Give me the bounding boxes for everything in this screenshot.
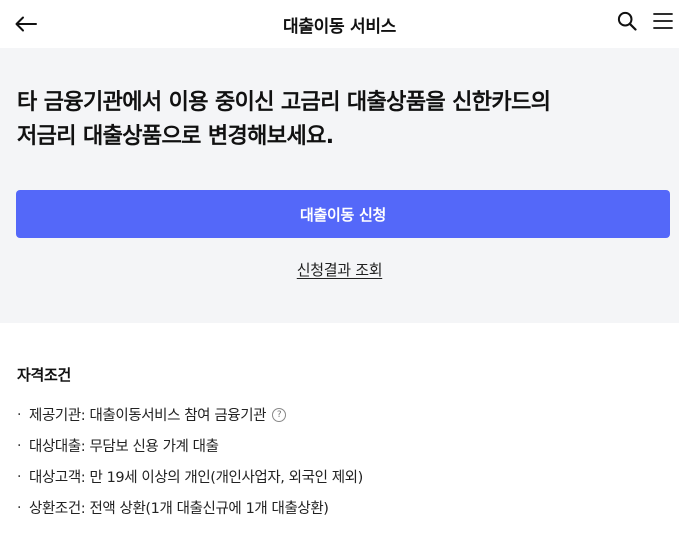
hero-headline: 타 금융기관에서 이용 중이신 고금리 대출상품을 신한카드의 저금리 대출상품… — [17, 86, 657, 154]
arrow-left-icon — [15, 16, 37, 32]
back-button[interactable] — [12, 10, 40, 38]
apply-loan-transfer-button[interactable]: 대출이동 신청 — [16, 190, 670, 238]
eligibility-item-text: 대상고객: 만 19세 이상의 개인(개인사업자, 외국인 제외) — [29, 470, 363, 486]
eligibility-item-provider: · 제공기관: 대출이동서비스 참여 금융기관 ? — [17, 399, 657, 430]
bullet: · — [17, 437, 22, 454]
eligibility-item-text: 대상대출: 무담보 신용 가계 대출 — [29, 439, 219, 455]
eligibility-item-target-loan: · 대상대출: 무담보 신용 가계 대출 — [17, 430, 657, 461]
help-circle-icon[interactable]: ? — [272, 407, 287, 422]
result-link-container: 신청결과 조회 — [0, 259, 679, 280]
eligibility-item-text: 상환조건: 전액 상환(1개 대출신규에 1개 대출상환) — [29, 501, 329, 517]
hamburger-menu-icon — [653, 13, 673, 29]
search-button[interactable] — [614, 8, 640, 34]
bullet: · — [17, 468, 22, 485]
eligibility-item-repayment: · 상환조건: 전액 상환(1개 대출신규에 1개 대출상환) — [17, 492, 657, 523]
page-title: 대출이동 서비스 — [283, 16, 396, 37]
search-icon — [617, 11, 637, 31]
bullet: · — [17, 499, 22, 516]
hero-headline-line-2: 저금리 대출상품으로 변경해보세요. — [17, 124, 334, 149]
eligibility-item-target-customer: · 대상고객: 만 19세 이상의 개인(개인사업자, 외국인 제외) — [17, 461, 657, 492]
hero-headline-line-1: 타 금융기관에서 이용 중이신 고금리 대출상품을 신한카드의 — [17, 90, 551, 115]
eligibility-list: · 제공기관: 대출이동서비스 참여 금융기관 ? · 대상대출: 무담보 신용… — [17, 399, 657, 523]
eligibility-title: 자격조건 — [17, 366, 72, 384]
eligibility-item-text: 제공기관: 대출이동서비스 참여 금융기관 — [29, 408, 267, 424]
menu-button[interactable] — [650, 8, 676, 34]
bullet: · — [17, 406, 22, 423]
top-app-bar: 대출이동 서비스 — [0, 0, 679, 48]
hero-section: 타 금융기관에서 이용 중이신 고금리 대출상품을 신한카드의 저금리 대출상품… — [0, 48, 679, 323]
eligibility-section: 자격조건 · 제공기관: 대출이동서비스 참여 금융기관 ? · 대상대출: 무… — [17, 364, 657, 523]
application-result-link[interactable]: 신청결과 조회 — [297, 261, 383, 279]
